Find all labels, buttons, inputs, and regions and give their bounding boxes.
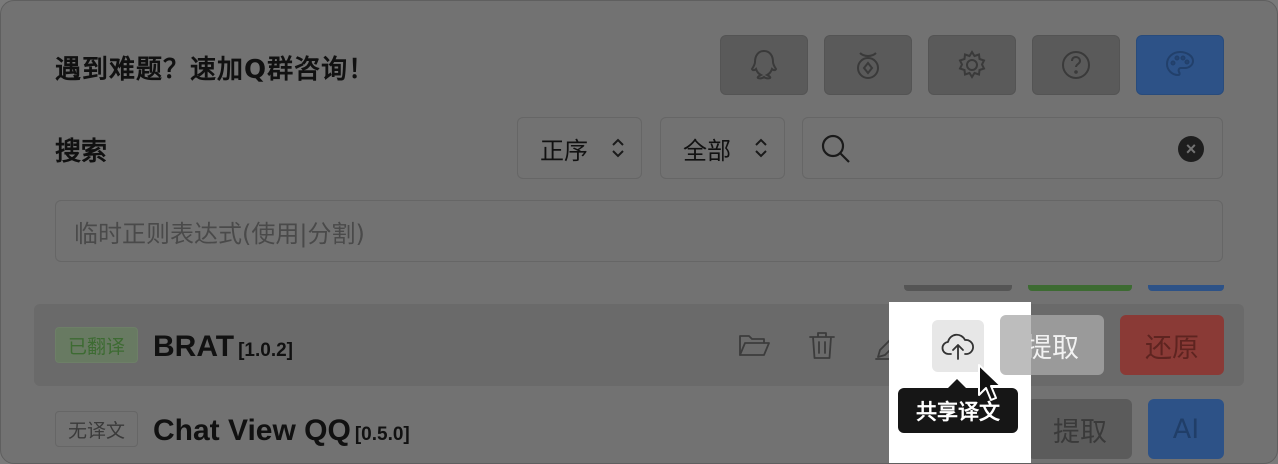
filter-select[interactable]: 全部 [660, 117, 785, 179]
plugin-manager-window: 遇到难题？速加Q群咨询！ 搜索 正序 全部 × 临时正则表达式(使用|分割) 已… [0, 0, 1278, 464]
scrolled-row-button [1148, 285, 1224, 291]
plugin-version: [0.5.0] [354, 424, 410, 445]
settings-button[interactable] [928, 35, 1016, 95]
status-badge: 已翻译 [55, 327, 139, 363]
qq-penguin-icon [750, 49, 778, 80]
regex-input[interactable]: 临时正则表达式(使用|分割) [55, 200, 1223, 262]
page-title: 遇到难题？速加Q群咨询！ [55, 55, 376, 85]
filter-select-value: 全部 [683, 136, 731, 165]
plugin-name: BRAT [1.0.2] [153, 330, 293, 364]
clear-search-icon[interactable]: × [1178, 136, 1204, 162]
donate-button[interactable] [824, 35, 912, 95]
restore-button[interactable]: 还原 [1120, 315, 1224, 375]
mouse-cursor-icon [978, 364, 1002, 401]
sort-select[interactable]: 正序 [517, 117, 642, 179]
palette-icon [1165, 50, 1195, 77]
chevron-updown-icon [612, 138, 624, 158]
trash-icon [809, 332, 835, 359]
folder-open-icon [739, 335, 770, 356]
search-input[interactable]: × [802, 117, 1223, 179]
qq-button[interactable] [720, 35, 808, 95]
open-folder-button[interactable] [734, 325, 774, 365]
search-label: 搜索 [55, 137, 108, 167]
search-icon [821, 134, 850, 163]
status-badge: 无译文 [55, 411, 139, 447]
question-circle-icon [1062, 51, 1090, 79]
coin-pouch-icon [857, 52, 879, 79]
scrolled-row-button [904, 285, 1012, 291]
plugin-name: Chat View QQ [0.5.0] [153, 414, 410, 448]
plugin-version: [1.0.2] [238, 340, 294, 361]
extract-button-edge [1000, 315, 1031, 375]
plugin-name-text: BRAT [153, 330, 235, 363]
cloud-upload-icon [941, 333, 974, 360]
chevron-updown-icon [755, 138, 767, 158]
delete-button[interactable] [802, 325, 842, 365]
ai-translate-button[interactable]: AI [1148, 399, 1224, 459]
help-button[interactable] [1032, 35, 1120, 95]
theme-button[interactable] [1136, 35, 1224, 95]
sort-select-value: 正序 [540, 136, 588, 165]
gear-icon [958, 50, 986, 79]
extract-button[interactable]: 提取 [1028, 399, 1132, 459]
plugin-name-text: Chat View QQ [153, 414, 351, 447]
scrolled-row-button [1028, 285, 1132, 291]
